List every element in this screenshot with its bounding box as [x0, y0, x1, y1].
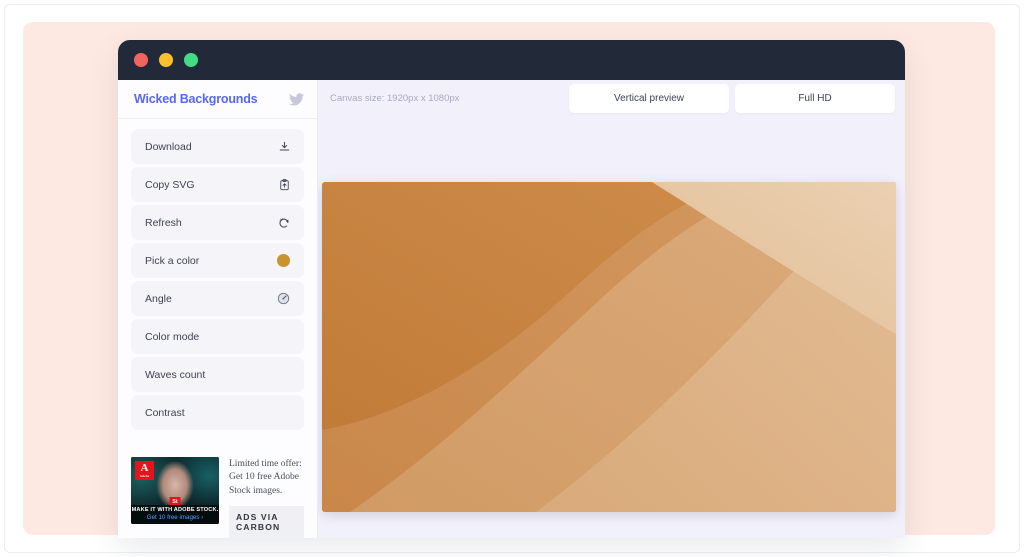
download-icon	[279, 141, 290, 153]
app-body: Wicked Backgrounds Download Copy SVG Ref…	[118, 80, 905, 538]
control-angle[interactable]: Angle	[131, 281, 304, 316]
angle-dial-icon	[277, 292, 290, 305]
page-root: Wicked Backgrounds Download Copy SVG Ref…	[0, 0, 1024, 557]
current-color-swatch	[277, 254, 290, 267]
sidebar: Wicked Backgrounds Download Copy SVG Ref…	[118, 80, 318, 538]
control-label: Contrast	[145, 406, 185, 419]
control-label: Pick a color	[145, 254, 200, 267]
ad-copy: Limited time offer: Get 10 free Adobe St…	[229, 458, 302, 496]
control-download[interactable]: Download	[131, 129, 304, 164]
ad-thumbnail[interactable]: A Adobe St MAKE IT WITH ADOBE STOCK. Get …	[131, 456, 219, 524]
color-swatch-icon[interactable]	[277, 254, 290, 267]
ad-caption-line-1: MAKE IT WITH ADOBE STOCK.	[131, 506, 219, 513]
control-label: Waves count	[145, 368, 206, 381]
control-pick-a-color[interactable]: Pick a color	[131, 243, 304, 278]
control-label: Color mode	[145, 330, 200, 343]
ad-caption-line-2[interactable]: Get 10 free images ›	[131, 514, 219, 521]
ad-caption: MAKE IT WITH ADOBE STOCK. Get 10 free im…	[131, 504, 219, 524]
main-toolbar: Canvas size: 1920px x 1080px Vertical pr…	[318, 80, 905, 116]
control-label: Copy SVG	[145, 178, 195, 191]
control-label: Angle	[145, 292, 172, 305]
vertical-preview-button[interactable]: Vertical preview	[569, 83, 729, 113]
control-label: Refresh	[145, 216, 182, 229]
window-titlebar	[118, 40, 905, 80]
wave-canvas-preview[interactable]	[322, 182, 896, 512]
sidebar-ad[interactable]: A Adobe St MAKE IT WITH ADOBE STOCK. Get …	[118, 448, 317, 538]
app-title: Wicked Backgrounds	[134, 92, 258, 106]
preview-buttons: Vertical preview Full HD	[569, 83, 895, 113]
full-hd-button[interactable]: Full HD	[735, 83, 895, 113]
control-copy-svg[interactable]: Copy SVG	[131, 167, 304, 202]
close-button[interactable]	[134, 53, 148, 67]
ads-via-carbon-label[interactable]: ADS VIA CARBON	[229, 506, 304, 538]
twitter-icon[interactable]	[289, 92, 304, 106]
zoom-button[interactable]	[184, 53, 198, 67]
browser-window: Wicked Backgrounds Download Copy SVG Ref…	[118, 40, 905, 538]
refresh-icon	[278, 217, 290, 229]
control-color-mode[interactable]: Color mode	[131, 319, 304, 354]
minimize-button[interactable]	[159, 53, 173, 67]
canvas-size-label: Canvas size: 1920px x 1080px	[330, 92, 460, 104]
main-panel: Canvas size: 1920px x 1080px Vertical pr…	[318, 80, 905, 538]
control-waves-count[interactable]: Waves count	[131, 357, 304, 392]
control-label: Download	[145, 140, 192, 153]
clipboard-icon	[279, 178, 290, 191]
adobe-logo-sub: Adobe	[139, 473, 150, 478]
control-refresh[interactable]: Refresh	[131, 205, 304, 240]
control-contrast[interactable]: Contrast	[131, 395, 304, 430]
control-list: Download Copy SVG Refresh Pick a color A…	[118, 119, 317, 448]
wave-svg	[322, 182, 896, 512]
ad-text-block: Limited time offer: Get 10 free Adobe St…	[229, 457, 304, 538]
sidebar-header: Wicked Backgrounds	[118, 80, 317, 119]
adobe-logo-icon: A Adobe	[135, 460, 154, 480]
